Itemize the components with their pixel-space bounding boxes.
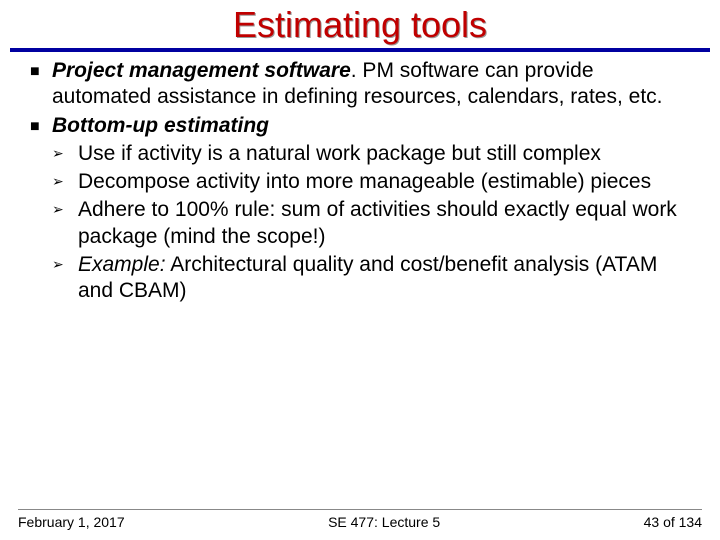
bullet-rest: Architectural quality and cost/benefit a… bbox=[78, 253, 657, 302]
bullet-level2: ➢ Decompose activity into more manageabl… bbox=[30, 169, 690, 195]
bullet-text: Project management software. PM software… bbox=[52, 59, 663, 108]
bullet-label: Project management software bbox=[52, 59, 351, 82]
chevron-right-icon: ➢ bbox=[52, 173, 64, 191]
chevron-right-icon: ➢ bbox=[52, 201, 64, 219]
slide: Estimating tools ■ Project management so… bbox=[0, 0, 720, 540]
footer-center: SE 477: Lecture 5 bbox=[328, 514, 440, 530]
bullet-text: Adhere to 100% rule: sum of activities s… bbox=[78, 198, 677, 247]
bullet-label: Example: bbox=[78, 253, 166, 276]
bullet-label: Bottom-up estimating bbox=[52, 114, 269, 137]
footer-date: February 1, 2017 bbox=[18, 514, 125, 530]
bullet-text: Decompose activity into more manageable … bbox=[78, 170, 651, 193]
slide-body: ■ Project management software. PM softwa… bbox=[0, 52, 720, 304]
bullet-level2: ➢ Example: Architectural quality and cos… bbox=[30, 252, 690, 305]
chevron-right-icon: ➢ bbox=[52, 145, 64, 163]
footer-row: February 1, 2017 SE 477: Lecture 5 43 of… bbox=[18, 514, 702, 530]
footer-rule bbox=[18, 509, 702, 510]
bullet-level2: ➢ Use if activity is a natural work pack… bbox=[30, 141, 690, 167]
chevron-right-icon: ➢ bbox=[52, 256, 64, 274]
bullet-level1: ■ Bottom-up estimating bbox=[30, 113, 690, 139]
bullet-level2: ➢ Adhere to 100% rule: sum of activities… bbox=[30, 197, 690, 250]
footer-page: 43 of 134 bbox=[644, 514, 702, 530]
bullet-text: Example: Architectural quality and cost/… bbox=[78, 253, 657, 302]
square-bullet-icon: ■ bbox=[30, 62, 40, 82]
bullet-level1: ■ Project management software. PM softwa… bbox=[30, 58, 690, 111]
bullet-text: Bottom-up estimating bbox=[52, 114, 269, 137]
slide-footer: February 1, 2017 SE 477: Lecture 5 43 of… bbox=[0, 509, 720, 530]
slide-title: Estimating tools bbox=[0, 0, 720, 48]
bullet-text: Use if activity is a natural work packag… bbox=[78, 142, 601, 165]
square-bullet-icon: ■ bbox=[30, 117, 40, 137]
